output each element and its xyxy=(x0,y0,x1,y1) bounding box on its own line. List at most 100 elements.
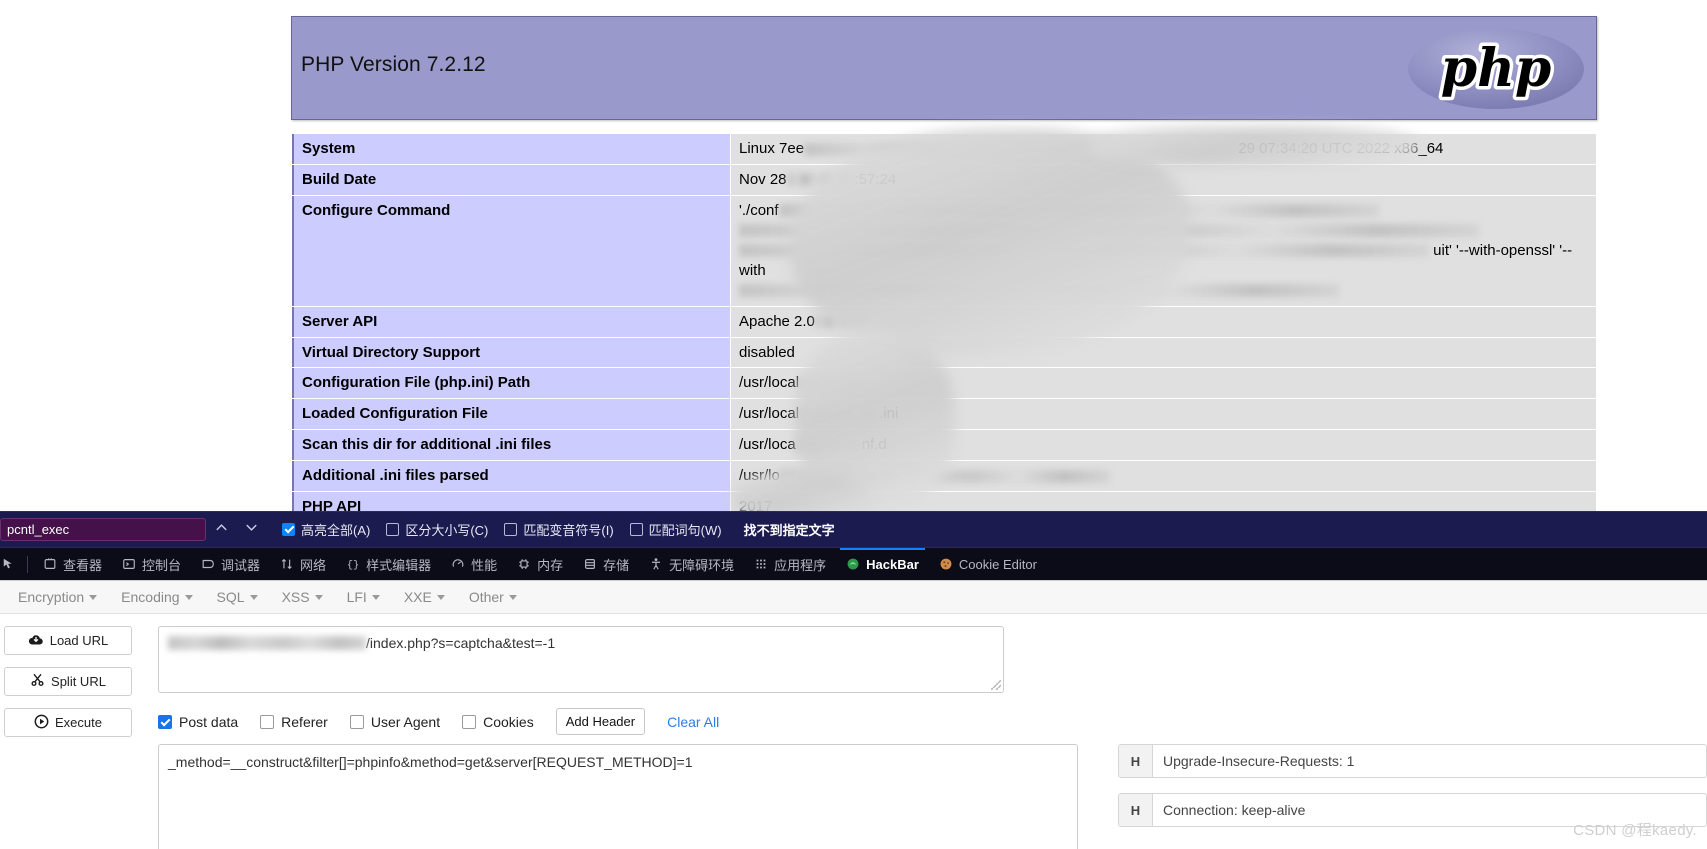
element-picker-button[interactable] xyxy=(0,548,22,581)
menu-xxe[interactable]: XXE xyxy=(392,589,457,605)
action-label: Load URL xyxy=(49,633,109,648)
menu-other[interactable]: Other xyxy=(457,589,529,605)
menu-label: XXE xyxy=(403,589,432,605)
phpinfo-value: /usr/loca nf.d xyxy=(731,430,1596,461)
network-icon xyxy=(280,557,294,571)
tab-application[interactable]: 应用程序 xyxy=(744,548,836,581)
tab-debugger[interactable]: 调试器 xyxy=(191,548,270,581)
header-type-tag: H xyxy=(1119,794,1153,826)
tab-label: 存储 xyxy=(603,557,630,573)
value-text-visible: /usr/lo xyxy=(739,467,780,485)
execute-button[interactable]: Execute xyxy=(4,708,132,737)
find-input[interactable] xyxy=(0,518,206,541)
table-row: Virtual Directory Support disabled xyxy=(292,337,1596,368)
php-version-title: PHP Version 7.2.12 xyxy=(301,53,486,76)
menu-label: Encoding xyxy=(121,589,180,605)
phpinfo-value: /usr/lo xyxy=(731,461,1596,492)
phpinfo-page: PHP Version 7.2.12 php php System Linux … xyxy=(0,0,1707,515)
application-icon xyxy=(754,557,768,571)
table-row: System Linux 7ee 29 07:34:20 UTC 2022 x8… xyxy=(292,134,1596,164)
table-row: Additional .ini files parsed /usr/lo xyxy=(292,461,1596,492)
hackbar-options-row: Post data Referer User Agent Cookies Add… xyxy=(158,708,719,735)
phpinfo-key: Configuration File (php.ini) Path xyxy=(292,368,730,399)
tab-label: HackBar xyxy=(866,556,919,572)
chevron-down-icon xyxy=(436,594,445,600)
tab-storage[interactable]: 存储 xyxy=(573,548,639,581)
value-text-tail: nf.d xyxy=(861,436,887,454)
chevron-down-icon xyxy=(245,524,257,531)
tab-label: 网络 xyxy=(300,557,327,573)
find-next-button[interactable] xyxy=(236,520,266,539)
tab-label: 性能 xyxy=(471,557,498,573)
storage-icon xyxy=(583,557,597,571)
find-previous-button[interactable] xyxy=(206,520,236,539)
find-option-whole-words[interactable]: 匹配词句(W) xyxy=(629,520,722,539)
phpinfo-value: disabled xyxy=(731,337,1596,368)
redaction-block xyxy=(814,315,867,329)
tab-label: 内存 xyxy=(537,557,564,573)
menu-encryption[interactable]: Encryption xyxy=(6,589,109,605)
tab-cookie-editor[interactable]: Cookie Editor xyxy=(929,548,1047,581)
menu-label: Other xyxy=(468,589,504,605)
option-cookies[interactable]: Cookies xyxy=(462,714,534,730)
find-option-match-diacritics[interactable]: 匹配变音符号(I) xyxy=(504,520,614,539)
table-row: Loaded Configuration File /usr/local .ini xyxy=(292,399,1596,430)
load-url-button[interactable]: Load URL xyxy=(4,626,132,655)
header-row[interactable]: H Upgrade-Insecure-Requests: 1 xyxy=(1118,744,1707,778)
hackbar-menubar: Encryption Encoding SQL XSS LFI XXE Othe… xyxy=(0,581,1707,614)
phpinfo-table-body: System Linux 7ee 29 07:34:20 UTC 2022 x8… xyxy=(292,134,1596,515)
option-post-data[interactable]: Post data xyxy=(158,714,238,730)
value-text-visible: /usr/loca xyxy=(739,436,796,454)
url-input[interactable]: /index.php?s=captcha&test=-1 xyxy=(158,626,1004,693)
memory-icon xyxy=(517,557,531,571)
phpinfo-key: Scan this dir for additional .ini files xyxy=(292,430,730,461)
url-value: /index.php?s=captcha&test=-1 xyxy=(366,635,556,651)
devtools-toolbar: 查看器 控制台 调试器 网络 {} 样式编辑器 性能 内存 存储 无障碍环境 应… xyxy=(0,547,1707,580)
menu-xss[interactable]: XSS xyxy=(270,589,335,605)
tab-accessibility[interactable]: 无障碍环境 xyxy=(639,548,744,581)
split-url-button[interactable]: Split URL xyxy=(4,667,132,696)
cookie-icon xyxy=(939,557,953,571)
chevron-up-icon xyxy=(215,524,227,531)
svg-text:php: php xyxy=(1441,38,1552,99)
phpinfo-key: Server API xyxy=(292,306,730,337)
tab-style-editor[interactable]: {} 样式编辑器 xyxy=(336,548,441,581)
checkbox-icon xyxy=(282,523,295,536)
tab-memory[interactable]: 内存 xyxy=(507,548,573,581)
find-option-highlight-all[interactable]: 高亮全部(A) xyxy=(282,520,370,539)
phpinfo-content: PHP Version 7.2.12 php php System Linux … xyxy=(291,16,1597,515)
phpinfo-key: Loaded Configuration File xyxy=(292,399,730,430)
resize-handle[interactable] xyxy=(991,680,1001,690)
table-row: Server API Apache 2.0 xyxy=(292,306,1596,337)
tab-console[interactable]: 控制台 xyxy=(112,548,191,581)
element-picker-icon xyxy=(2,557,16,571)
header-value-input[interactable]: Upgrade-Insecure-Requests: 1 xyxy=(1153,745,1706,777)
clear-all-button[interactable]: Clear All xyxy=(667,714,719,730)
option-label: Post data xyxy=(179,713,239,730)
post-data-input[interactable]: _method=__construct&filter[]=phpinfo&met… xyxy=(158,744,1078,849)
tab-network[interactable]: 网络 xyxy=(270,548,336,581)
action-label: Execute xyxy=(55,715,102,730)
option-user-agent[interactable]: User Agent xyxy=(349,714,440,730)
checkbox-icon xyxy=(158,714,172,729)
screenshot-root: PHP Version 7.2.12 php php System Linux … xyxy=(0,0,1707,849)
tab-hackbar[interactable]: HackBar xyxy=(836,547,929,581)
find-option-label: 匹配词句(W) xyxy=(648,523,722,538)
redaction-block xyxy=(168,636,366,650)
add-header-button[interactable]: Add Header xyxy=(555,708,646,735)
menu-sql[interactable]: SQL xyxy=(205,589,270,605)
performance-icon xyxy=(451,557,465,571)
find-option-label: 高亮全部(A) xyxy=(301,523,371,538)
value-text-visible: './conf xyxy=(739,201,779,219)
tab-label: 应用程序 xyxy=(774,557,827,573)
menu-lfi[interactable]: LFI xyxy=(335,589,392,605)
tab-performance[interactable]: 性能 xyxy=(441,548,507,581)
find-bar: 高亮全部(A) 区分大小写(C) 匹配变音符号(I) 匹配词句(W) 找不到指定… xyxy=(0,511,1707,547)
tab-inspector[interactable]: 查看器 xyxy=(33,548,112,581)
find-option-label: 匹配变音符号(I) xyxy=(523,523,614,538)
find-option-match-case[interactable]: 区分大小写(C) xyxy=(386,520,488,539)
option-referer[interactable]: Referer xyxy=(260,714,328,730)
php-version-banner: PHP Version 7.2.12 php php xyxy=(291,16,1597,120)
phpinfo-value: Apache 2.0 xyxy=(731,306,1596,337)
menu-encoding[interactable]: Encoding xyxy=(109,589,204,605)
